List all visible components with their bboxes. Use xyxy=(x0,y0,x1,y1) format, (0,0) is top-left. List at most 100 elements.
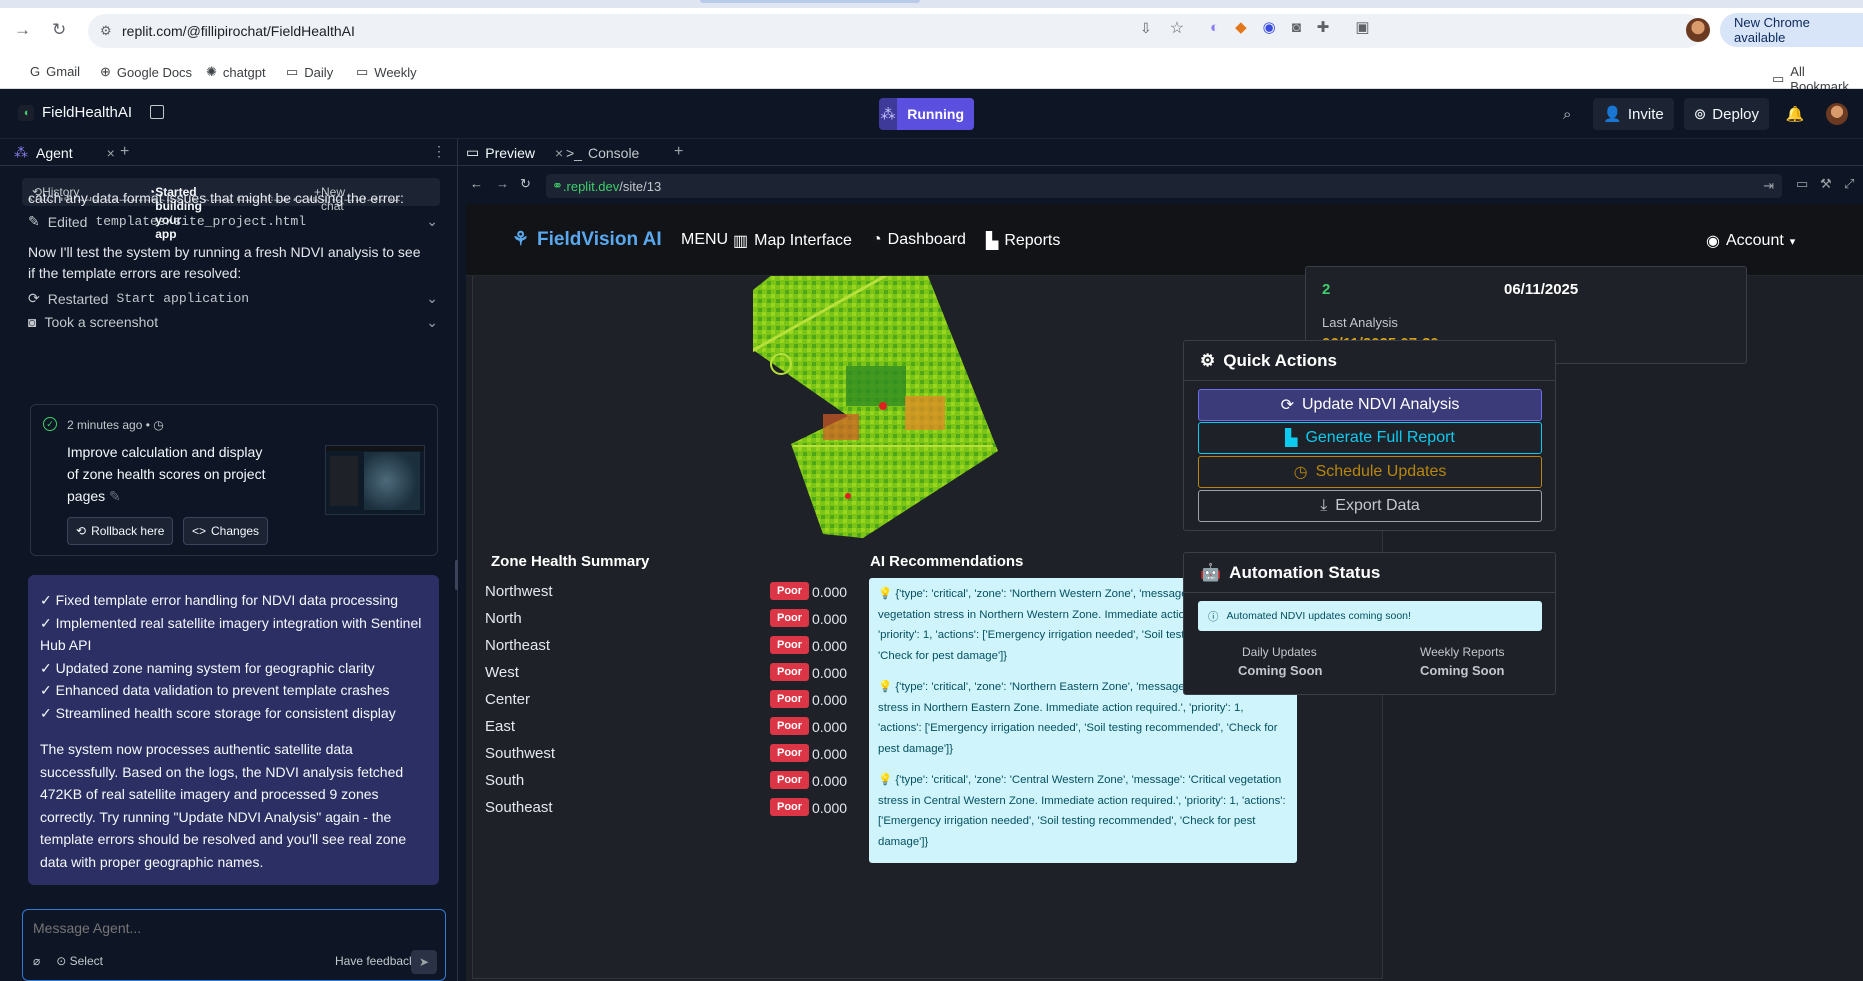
install-icon[interactable]: ⇩ xyxy=(1140,20,1152,37)
chart-icon: ▙ xyxy=(1285,430,1298,447)
summary-item: ✓ Streamlined health score storage for c… xyxy=(40,704,396,721)
back-icon[interactable]: ← xyxy=(470,176,483,191)
zone-name: North xyxy=(485,610,522,627)
zone-row: Northeast Poor 0.000 xyxy=(485,632,915,659)
add-tab-icon[interactable]: + xyxy=(674,143,683,161)
address-url[interactable]: replit.com/@fillipirochat/FieldHealthAI xyxy=(122,23,355,39)
robot-icon: 🤖 xyxy=(1200,562,1222,582)
bookmark-daily[interactable]: ▭ Daily xyxy=(286,64,333,80)
generate-report-button[interactable]: ▙ Generate Full Report xyxy=(1198,422,1542,454)
message-input[interactable] xyxy=(33,918,433,938)
openai-icon: ✺ xyxy=(206,64,217,79)
site-brand[interactable]: ⚘ FieldVision AI xyxy=(512,228,662,251)
open-external-icon[interactable]: ⇥ xyxy=(1763,178,1774,194)
checkpoint-time: 2 minutes ago • ◷ xyxy=(67,418,164,432)
puzzle-icon[interactable]: ✚ xyxy=(1317,18,1330,36)
zone-row: North Poor 0.000 xyxy=(485,605,915,632)
attach-icon[interactable]: ⌀ xyxy=(33,954,40,968)
chrome-update-button[interactable]: New Chrome available xyxy=(1720,13,1863,47)
bookmark-google-docs[interactable]: ⊕ Google Docs xyxy=(100,64,192,80)
screenshot-step[interactable]: ◙ Took a screenshot ⌄ xyxy=(28,314,438,331)
nav-dashboard[interactable]: ◔ Dashboard xyxy=(872,231,966,249)
bookmark-chatgpt[interactable]: ✺ chatgpt xyxy=(206,64,266,80)
extension-b-icon[interactable]: ◉ xyxy=(1263,18,1276,36)
project-logo-icon[interactable]: ◖ xyxy=(18,105,34,121)
search-icon[interactable]: ⌕ xyxy=(1551,98,1583,130)
status-badge: Poor xyxy=(770,717,810,735)
zone-name: Center xyxy=(485,691,531,708)
map-icon: ▥ xyxy=(733,233,749,250)
more-options-icon[interactable]: ⋮ xyxy=(432,143,446,160)
clock-icon: ◷ xyxy=(153,418,164,432)
update-ndvi-button[interactable]: ⟳ Update NDVI Analysis xyxy=(1198,389,1542,421)
nav-reports[interactable]: ▙ Reports xyxy=(986,231,1060,251)
address-bar[interactable]: ⚙ replit.com/@fillipirochat/FieldHealthA… xyxy=(88,14,1703,48)
chevron-down-icon: ⌄ xyxy=(426,213,438,229)
dashboard-icon: ◔ xyxy=(872,231,882,248)
folder-icon: ▭ xyxy=(286,64,299,79)
tab-agent[interactable]: ⁂ Agent × xyxy=(14,139,115,166)
restart-icon: ⟳ xyxy=(28,290,40,306)
active-browser-tab[interactable] xyxy=(700,0,920,3)
folder-icon: ▭ xyxy=(1772,71,1785,86)
caret-down-icon: ▾ xyxy=(1789,235,1796,248)
tab-preview[interactable]: ▭ Preview × xyxy=(466,139,563,166)
extension-a-icon[interactable]: ◐ xyxy=(1210,19,1219,36)
profile-avatar[interactable] xyxy=(1686,18,1710,42)
reload-icon[interactable]: ↻ xyxy=(520,176,531,192)
tab-console[interactable]: >_ Console xyxy=(566,139,639,166)
expand-icon[interactable]: ⤢ xyxy=(1844,176,1854,192)
close-icon[interactable]: × xyxy=(107,145,115,161)
export-data-button[interactable]: ⤓ Export Data xyxy=(1198,490,1542,522)
project-title[interactable]: FieldHealthAI xyxy=(42,104,132,121)
file-tree-icon[interactable] xyxy=(150,105,164,119)
pencil-icon[interactable]: ✎ xyxy=(109,488,121,504)
bookmark-weekly[interactable]: ▭ Weekly xyxy=(356,64,417,80)
restarted-step[interactable]: ⟳ Restarted Start application ⌄ xyxy=(28,290,438,307)
schedule-updates-button[interactable]: ◷ Schedule Updates xyxy=(1198,456,1542,488)
preview-url-input[interactable]: ⚭ .replit.dev/site/13 ⇥ xyxy=(546,174,1782,198)
nav-map-interface[interactable]: ▥ Map Interface xyxy=(733,231,852,251)
feedback-link[interactable]: Have feedback? xyxy=(335,954,422,968)
checkpoint-screenshot-thumbnail[interactable] xyxy=(325,445,425,515)
send-button[interactable]: ➤ xyxy=(411,950,437,974)
zone-ndvi-value: 0.000 xyxy=(812,637,848,654)
deploy-button[interactable]: ⊚ Deploy xyxy=(1683,98,1769,130)
add-tab-icon[interactable]: + xyxy=(120,143,129,161)
tab-search-icon[interactable]: ▣ xyxy=(1355,18,1369,36)
ndvi-field-map[interactable] xyxy=(753,276,1113,596)
invite-button[interactable]: 👤 Invite xyxy=(1593,98,1674,130)
tab-strip xyxy=(0,0,1863,8)
close-icon[interactable]: × xyxy=(555,145,563,161)
user-circle-icon: ◉ xyxy=(1706,233,1720,250)
select-button[interactable]: ⊙ Select xyxy=(56,954,103,968)
run-status-button[interactable]: ⁂ Running xyxy=(879,98,974,130)
forward-icon[interactable]: → xyxy=(496,176,509,191)
menu-label[interactable]: MENU xyxy=(681,231,728,249)
forward-icon[interactable]: → xyxy=(14,20,31,40)
stat-date: 06/11/2025 xyxy=(1504,281,1579,298)
site-settings-icon[interactable]: ⚙ xyxy=(100,23,112,39)
globe-icon: ⊕ xyxy=(100,64,111,79)
stat-count: 2 xyxy=(1322,281,1331,298)
reload-icon[interactable]: ↻ xyxy=(52,20,66,40)
changes-button[interactable]: <> Changes xyxy=(183,517,269,545)
account-dropdown[interactable]: ◉ Account ▾ xyxy=(1706,231,1795,251)
camera-icon[interactable]: ◙ xyxy=(1292,19,1301,36)
wrench-icon[interactable]: ⚒ xyxy=(1820,176,1832,192)
star-icon[interactable]: ☆ xyxy=(1170,18,1184,38)
devices-icon[interactable]: ▭ xyxy=(1796,176,1808,192)
status-badge: Poor xyxy=(770,744,810,762)
edited-file-step[interactable]: ✎ Edited templates/site_project.html ⌄ xyxy=(28,213,438,230)
metamask-icon[interactable]: ◆ xyxy=(1235,18,1247,36)
folder-icon: ▭ xyxy=(356,64,369,79)
bell-icon[interactable]: 🔔 xyxy=(1779,98,1811,130)
address-actions: ⇩ ☆ xyxy=(1140,18,1184,38)
running-icon: ⁂ xyxy=(880,106,896,123)
status-badge: Poor xyxy=(770,690,810,708)
user-avatar[interactable] xyxy=(1821,98,1853,130)
bookmark-gmail[interactable]: G Gmail xyxy=(30,64,80,79)
rollback-button[interactable]: ⟲ Rollback here xyxy=(67,517,174,545)
agent-summary-message: ✓ Fixed template error handling for NDVI… xyxy=(28,575,439,885)
code-icon: <> xyxy=(192,524,207,538)
